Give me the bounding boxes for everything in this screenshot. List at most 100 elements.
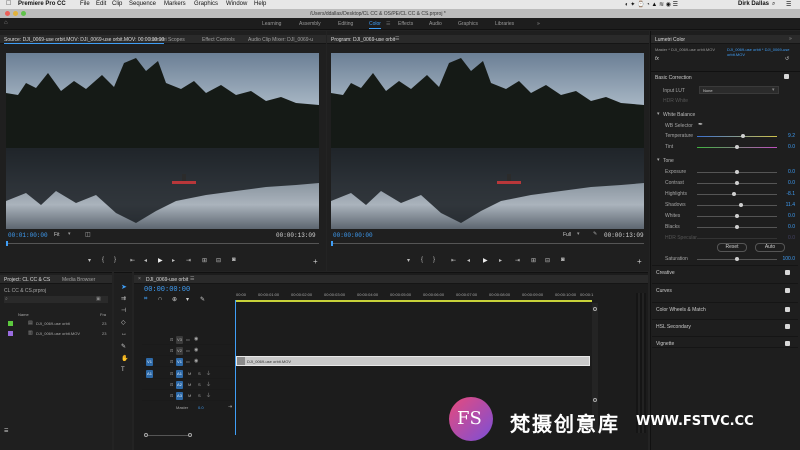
user-name[interactable]: Dirk Dallas	[738, 1, 769, 7]
tab-effect-controls[interactable]: Effect Controls	[202, 37, 235, 43]
hsl-checkbox[interactable]	[785, 324, 790, 329]
mic-icon[interactable]: ⏚	[206, 370, 211, 377]
extract-icon[interactable]: ⊟	[545, 257, 550, 264]
menu-clip[interactable]: Clip	[112, 1, 122, 7]
eye-icon[interactable]: ◉	[194, 358, 198, 364]
panel-menu-icon[interactable]: »	[789, 36, 792, 42]
tab-media-browser[interactable]: Media Browser	[62, 277, 95, 283]
section-creative[interactable]: Creative	[652, 265, 798, 277]
settings-wrench-icon[interactable]: ✎	[200, 296, 205, 303]
reset-button[interactable]: Reset	[717, 243, 747, 252]
export-frame-icon[interactable]: ◙	[561, 257, 565, 263]
insert-icon[interactable]: ⊞	[202, 257, 207, 264]
basic-correction-checkbox[interactable]	[784, 74, 789, 79]
lock-icon[interactable]: ⊡	[170, 348, 173, 353]
track-target-a1[interactable]: A1	[176, 370, 183, 378]
contrast-knob[interactable]	[735, 181, 739, 185]
lock-icon[interactable]: ⊡	[170, 382, 173, 387]
tint-value[interactable]: 0.0	[781, 144, 795, 150]
white-balance-section-toggle[interactable]: ▾	[657, 111, 660, 117]
tab-sequence[interactable]: DJI_0069-use orbit	[146, 277, 188, 283]
highlights-slider[interactable]	[697, 192, 777, 196]
shadows-value[interactable]: 11.4	[781, 202, 795, 208]
sync-lock-icon[interactable]: ▭	[186, 348, 190, 353]
tab-lumetri-scopes[interactable]: Lumetri Scopes	[150, 37, 185, 43]
marker-icon[interactable]: ▾	[88, 257, 91, 264]
workspace-assembly[interactable]: Assembly	[299, 21, 321, 27]
mark-out-icon[interactable]: }	[114, 257, 116, 263]
marker-icon[interactable]: ▾	[407, 257, 410, 264]
hand-tool-icon[interactable]: ✋	[121, 355, 128, 362]
creative-checkbox[interactable]	[785, 270, 790, 275]
mark-in-icon[interactable]: {	[421, 257, 423, 263]
contrast-slider[interactable]	[697, 181, 777, 185]
shadows-knob[interactable]	[739, 203, 743, 207]
program-full-select[interactable]: Full	[563, 232, 571, 238]
exposure-value[interactable]: 0.0	[781, 169, 795, 175]
track-target-a3[interactable]: A3	[176, 392, 183, 400]
more-workspaces-icon[interactable]: »	[537, 21, 540, 27]
blacks-value[interactable]: 0.0	[781, 224, 795, 230]
chevron-down-icon[interactable]: ▾	[577, 231, 580, 237]
mic-icon[interactable]: ⏚	[206, 381, 211, 388]
master-volume-value[interactable]: 0.0	[198, 405, 204, 410]
nest-icon[interactable]: ⌗	[144, 296, 147, 303]
whites-value[interactable]: 0.0	[781, 213, 795, 219]
reset-effect-icon[interactable]: ↺	[785, 56, 789, 62]
lock-icon[interactable]: ⊡	[170, 359, 173, 364]
work-area-bar[interactable]	[236, 300, 592, 302]
app-name[interactable]: Premiere Pro CC	[18, 1, 66, 7]
lock-icon[interactable]: ⊡	[170, 393, 173, 398]
solo-button[interactable]: S	[198, 393, 201, 398]
highlights-value[interactable]: -8.1	[781, 191, 795, 197]
step-forward-icon[interactable]: ▸	[499, 257, 502, 264]
workspace-editing[interactable]: Editing	[338, 21, 353, 27]
whites-slider[interactable]	[697, 214, 777, 218]
lock-icon[interactable]: ⊡	[170, 371, 173, 376]
tint-slider[interactable]	[697, 145, 777, 149]
workspace-color[interactable]: Color	[369, 21, 381, 27]
overwrite-icon[interactable]: ⊟	[216, 257, 221, 264]
blacks-slider[interactable]	[697, 225, 777, 229]
ripple-edit-tool-icon[interactable]: ⊣	[121, 307, 126, 314]
vignette-checkbox[interactable]	[785, 341, 790, 346]
home-icon[interactable]: ⌂	[4, 20, 8, 26]
program-timecode[interactable]: 00:00:00:00	[333, 232, 373, 239]
mic-icon[interactable]: ⏚	[206, 392, 211, 399]
panel-menu-icon[interactable]: ☰	[190, 276, 194, 282]
program-add-button-icon[interactable]: +	[637, 257, 642, 266]
sync-lock-icon[interactable]: ▭	[186, 359, 190, 364]
source-add-button-icon[interactable]: +	[313, 257, 318, 266]
workspace-effects[interactable]: Effects	[398, 21, 413, 27]
source-timecode[interactable]: 00:01:00:00	[8, 232, 48, 239]
mute-button[interactable]: M	[188, 393, 191, 398]
menu-window[interactable]: Window	[226, 1, 247, 7]
lock-icon[interactable]: ⊡	[170, 337, 173, 342]
mute-button[interactable]: M	[188, 382, 191, 387]
workspace-libraries[interactable]: Libraries	[495, 21, 514, 27]
tint-knob[interactable]	[735, 145, 739, 149]
program-scrubber[interactable]	[331, 241, 644, 246]
tab-audio-clip-mixer[interactable]: Audio Clip Mixer: DJI_0069-u	[248, 37, 313, 43]
workspace-audio[interactable]: Audio	[429, 21, 442, 27]
menu-edit[interactable]: Edit	[96, 1, 106, 7]
razor-tool-icon[interactable]: ◇	[121, 319, 126, 326]
column-name[interactable]: Name	[18, 312, 29, 317]
eye-icon[interactable]: ◉	[194, 336, 198, 342]
zoom-window-button[interactable]	[21, 11, 26, 16]
wrench-icon[interactable]: ✎	[593, 231, 597, 237]
project-item-sequence[interactable]: ▤ DJI_0069-use orbit 23	[4, 320, 110, 328]
go-to-in-icon[interactable]: ⇤	[451, 257, 456, 264]
snap-icon[interactable]: ∩	[158, 296, 162, 302]
play-icon[interactable]: ▶	[483, 257, 488, 264]
auto-button[interactable]: Auto	[755, 243, 785, 252]
workspace-menu-icon[interactable]: ☰	[386, 21, 390, 27]
menu-sequence[interactable]: Sequence	[129, 1, 156, 7]
exposure-knob[interactable]	[735, 170, 739, 174]
close-tab-icon[interactable]: ×	[138, 276, 141, 282]
time-ruler[interactable]: 00:00 00:00:01:00 00:00:02:00 00:00:03:0…	[236, 289, 593, 302]
tone-section-toggle[interactable]: ▾	[657, 157, 660, 163]
contrast-value[interactable]: 0.0	[781, 180, 795, 186]
source-fit-select[interactable]: Fit	[54, 232, 60, 238]
solo-button[interactable]: S	[198, 382, 201, 387]
